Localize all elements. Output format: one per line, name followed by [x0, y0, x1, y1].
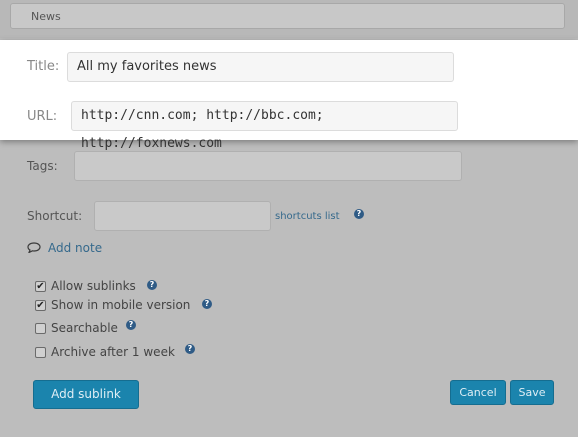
- allow-sublinks-help-icon[interactable]: ?: [147, 280, 157, 290]
- highlighted-fields-panel: Title: All my favorites news URL: http:/…: [0, 40, 578, 151]
- add-sublink-label: Add sublink: [51, 387, 121, 401]
- url-input[interactable]: http://cnn.com; http://bbc.com; http://f…: [71, 101, 458, 151]
- option-label: Archive after 1 week: [51, 345, 175, 359]
- show-in-mobile-checkbox[interactable]: ✔: [35, 300, 46, 311]
- add-note-link[interactable]: Add note: [48, 241, 102, 255]
- news-tab-label: News: [31, 10, 61, 23]
- url-value: http://cnn.com; http://bbc.com; http://f…: [81, 108, 324, 151]
- archive-help-icon[interactable]: ?: [185, 344, 195, 354]
- url-label: URL:: [27, 109, 58, 124]
- archive-checkbox[interactable]: [35, 347, 46, 358]
- title-input[interactable]: All my favorites news: [67, 52, 454, 82]
- cancel-label: Cancel: [459, 386, 497, 399]
- title-label: Title:: [27, 59, 60, 74]
- option-label: Show in mobile version: [51, 298, 191, 312]
- shortcuts-list-link[interactable]: shortcuts list: [275, 211, 340, 222]
- shortcut-help-icon[interactable]: ?: [354, 209, 364, 219]
- tags-input[interactable]: [74, 151, 462, 181]
- cancel-button[interactable]: Cancel: [450, 380, 506, 405]
- title-value: All my favorites news: [77, 59, 217, 74]
- top-bar: News: [0, 0, 578, 38]
- shortcut-input[interactable]: [94, 201, 271, 231]
- searchable-help-icon[interactable]: ?: [126, 320, 136, 330]
- speech-bubble-icon: [27, 242, 41, 253]
- allow-sublinks-checkbox[interactable]: ✔: [35, 281, 46, 292]
- tags-label: Tags:: [27, 159, 58, 173]
- searchable-checkbox[interactable]: [35, 323, 46, 334]
- add-sublink-button[interactable]: Add sublink: [33, 380, 139, 409]
- news-tab[interactable]: News: [10, 3, 565, 29]
- shortcut-label: Shortcut:: [27, 209, 83, 223]
- show-in-mobile-help-icon[interactable]: ?: [202, 299, 212, 309]
- option-label: Allow sublinks: [51, 279, 136, 293]
- option-label: Searchable: [51, 321, 118, 335]
- save-label: Save: [518, 386, 546, 399]
- save-button[interactable]: Save: [510, 380, 554, 405]
